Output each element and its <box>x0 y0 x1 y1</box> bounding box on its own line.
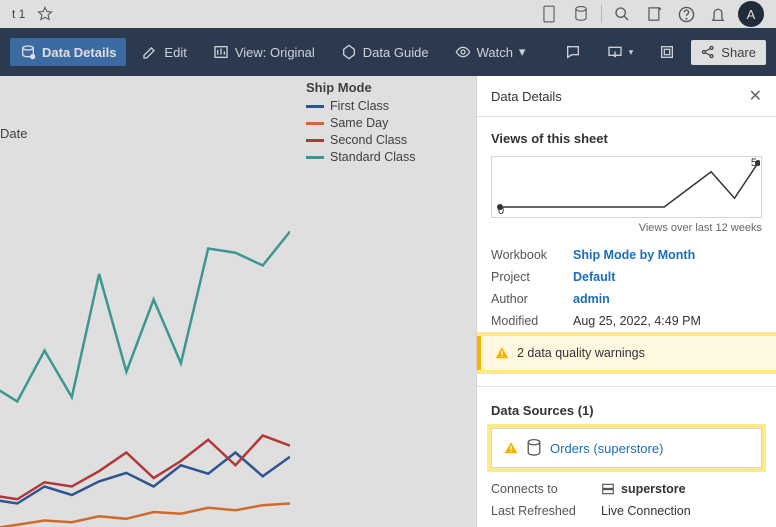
line-chart <box>0 206 290 527</box>
legend-item[interactable]: Second Class <box>306 133 415 147</box>
data-details-tab[interactable]: Data Details <box>10 38 126 66</box>
views-heading: Views of this sheet <box>491 131 762 146</box>
share-button[interactable]: Share <box>691 40 766 65</box>
axis-label: Date <box>0 126 27 141</box>
view-original-button[interactable]: View: Original <box>203 38 325 66</box>
legend-swatch <box>306 105 324 108</box>
data-details-panel: Data Details ✕ Views of this sheet 5 0 V… <box>476 76 776 527</box>
download-button[interactable]: ▾ <box>597 38 644 66</box>
views-caption: Views over last 12 weeks <box>491 222 762 234</box>
avatar[interactable]: A <box>738 1 764 27</box>
device-tablet-icon[interactable] <box>537 2 561 26</box>
legend-item[interactable]: Standard Class <box>306 150 415 164</box>
favorite-star-icon[interactable] <box>33 2 57 26</box>
legend-title: Ship Mode <box>306 80 415 95</box>
data-sources-heading: Data Sources (1) <box>491 403 762 418</box>
edit-button[interactable]: Edit <box>132 38 196 66</box>
watch-button[interactable]: Watch ▾ <box>445 38 536 66</box>
project-link[interactable]: Default <box>573 270 615 284</box>
data-guide-button[interactable]: Data Guide <box>331 38 439 66</box>
legend-item[interactable]: Same Day <box>306 116 415 130</box>
legend-swatch <box>306 139 324 142</box>
data-source-item[interactable]: Orders (superstore) <box>491 428 762 468</box>
new-note-icon[interactable] <box>642 2 666 26</box>
chevron-down-icon: ▾ <box>629 47 634 58</box>
chevron-down-icon: ▾ <box>519 44 526 60</box>
legend-item[interactable]: First Class <box>306 99 415 113</box>
close-icon[interactable]: ✕ <box>749 86 762 106</box>
warning-icon <box>504 441 518 455</box>
workbook-link[interactable]: Ship Mode by Month <box>573 248 695 262</box>
refreshed-value: Live Connection <box>601 504 691 518</box>
views-sparkline: 5 0 <box>491 156 762 218</box>
notifications-bell-icon[interactable] <box>706 2 730 26</box>
chart-canvas[interactable]: Date Ship Mode First Class Same Day Second… <box>0 76 476 527</box>
database-icon[interactable] <box>569 2 593 26</box>
legend: Ship Mode First Class Same Day Second Clas… <box>306 80 415 167</box>
server-icon <box>601 482 615 496</box>
modified-value: Aug 25, 2022, 4:49 PM <box>573 314 701 328</box>
data-source-link[interactable]: Orders (superstore) <box>550 441 663 456</box>
search-icon[interactable] <box>610 2 634 26</box>
connects-value: superstore <box>621 482 686 496</box>
fullscreen-button[interactable] <box>649 38 685 66</box>
comment-button[interactable] <box>555 38 591 66</box>
toolbar: Data Details Edit View: Original Data Gu… <box>0 28 776 76</box>
legend-swatch <box>306 122 324 125</box>
panel-title: Data Details <box>491 89 562 104</box>
help-icon[interactable] <box>674 2 698 26</box>
datasource-icon <box>526 439 542 457</box>
data-quality-warning[interactable]: 2 data quality warnings <box>477 336 776 370</box>
sheet-name: t 1 <box>12 7 25 21</box>
warning-icon <box>495 346 509 360</box>
author-link[interactable]: admin <box>573 292 610 306</box>
legend-swatch <box>306 156 324 159</box>
